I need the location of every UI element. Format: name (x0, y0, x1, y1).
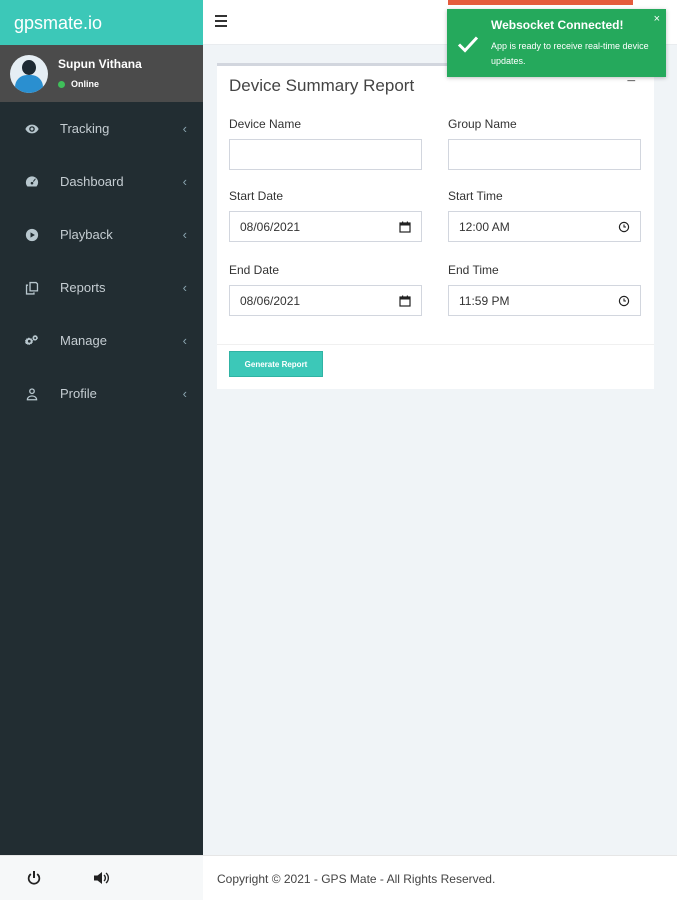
user-status-label: Online (71, 79, 100, 89)
avatar (10, 55, 48, 93)
chevron-left-icon: ‹ (182, 333, 187, 348)
start-date-label: Start Date (229, 189, 284, 203)
clock-icon[interactable] (618, 221, 630, 233)
hamburger-menu-icon[interactable] (215, 15, 227, 27)
checkmark-icon (457, 36, 479, 53)
chevron-left-icon: ‹ (182, 227, 187, 242)
sidebar-item-label: Reports (60, 280, 106, 295)
chevron-left-icon: ‹ (182, 174, 187, 189)
divider (217, 344, 654, 345)
online-dot-icon (58, 80, 65, 88)
end-date-field[interactable]: 08/06/2021 (229, 285, 422, 316)
group-name-field[interactable] (448, 139, 641, 170)
notification-strip (448, 0, 633, 5)
sidebar-item-label: Playback (60, 227, 113, 242)
chevron-left-icon: ‹ (182, 386, 187, 401)
dashboard-icon (24, 174, 40, 190)
sidebar-bottom-bar (0, 855, 203, 900)
play-icon (24, 227, 40, 243)
user-status: Online (58, 79, 99, 89)
end-time-value: 11:59 PM (459, 293, 510, 308)
sidebar: Supun Vithana Online Tracking ‹ Dashboar… (0, 45, 203, 855)
copyright-text: Copyright © 2021 - GPS Mate - All Rights… (217, 872, 496, 886)
end-date-value: 08/06/2021 (240, 293, 301, 308)
speaker-icon[interactable] (93, 870, 111, 886)
power-icon[interactable] (26, 870, 42, 886)
brand-logo[interactable]: gpsmate.io (0, 0, 203, 45)
sidebar-item-label: Tracking (60, 121, 110, 136)
user-panel: Supun Vithana Online (0, 45, 203, 102)
toast-title: Websocket Connected! (491, 18, 624, 32)
device-summary-report-card: Device Summary Report − Device Name Grou… (217, 63, 654, 389)
start-date-field[interactable]: 08/06/2021 (229, 211, 422, 242)
end-time-field[interactable]: 11:59 PM (448, 285, 641, 316)
footer: Copyright © 2021 - GPS Mate - All Rights… (203, 855, 677, 900)
websocket-toast: Websocket Connected! App is ready to rec… (447, 9, 666, 77)
calendar-icon[interactable] (399, 221, 411, 233)
start-time-label: Start Time (448, 189, 503, 203)
clock-icon[interactable] (618, 295, 630, 307)
sidebar-item-label: Profile (60, 386, 97, 401)
device-name-label: Device Name (229, 117, 302, 131)
sidebar-item-reports[interactable]: Reports ‹ (0, 261, 203, 314)
user-name: Supun Vithana (58, 57, 142, 71)
user-icon (24, 386, 40, 402)
sidebar-item-tracking[interactable]: Tracking ‹ (0, 102, 203, 155)
gears-icon (24, 333, 40, 349)
calendar-icon[interactable] (399, 295, 411, 307)
start-time-value: 12:00 AM (459, 219, 510, 234)
chevron-left-icon: ‹ (182, 121, 187, 136)
sidebar-item-playback[interactable]: Playback ‹ (0, 208, 203, 261)
sidebar-item-profile[interactable]: Profile ‹ (0, 367, 203, 420)
toast-message: App is ready to receive real-time device… (491, 41, 649, 66)
start-date-value: 08/06/2021 (240, 219, 301, 234)
close-icon[interactable]: × (654, 13, 660, 25)
group-name-label: Group Name (448, 117, 517, 131)
sidebar-item-label: Manage (60, 333, 107, 348)
reports-icon (24, 280, 40, 296)
start-time-field[interactable]: 12:00 AM (448, 211, 641, 242)
sidebar-item-dashboard[interactable]: Dashboard ‹ (0, 155, 203, 208)
end-time-label: End Time (448, 263, 499, 277)
end-date-label: End Date (229, 263, 280, 277)
sidebar-item-manage[interactable]: Manage ‹ (0, 314, 203, 367)
eye-icon (24, 121, 40, 137)
page-title: Device Summary Report (229, 76, 415, 95)
sidebar-item-label: Dashboard (60, 174, 124, 189)
device-name-field[interactable] (229, 139, 422, 170)
chevron-left-icon: ‹ (182, 280, 187, 295)
generate-report-button[interactable]: Generate Report (229, 351, 323, 377)
